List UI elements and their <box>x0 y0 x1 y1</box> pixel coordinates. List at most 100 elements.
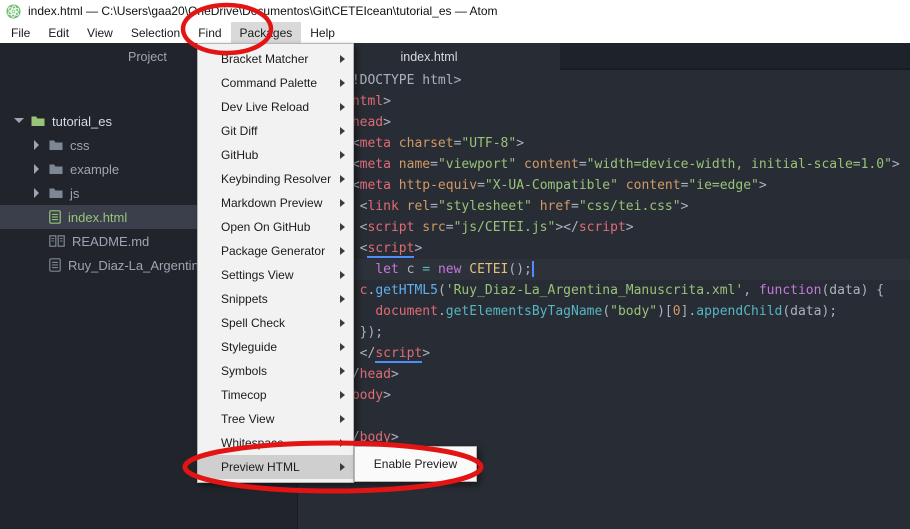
menu-item-symbols[interactable]: Symbols <box>198 359 353 383</box>
menubar-item-view[interactable]: View <box>78 22 122 43</box>
menubar-item-packages[interactable]: Packages <box>231 22 302 43</box>
code-line[interactable]: </head> <box>298 364 910 385</box>
menu-item-tree-view[interactable]: Tree View <box>198 407 353 431</box>
menubar-item-selection[interactable]: Selection <box>122 22 189 43</box>
menu-item-markdown-preview[interactable]: Markdown Preview <box>198 191 353 215</box>
menu-item-label: Dev Live Reload <box>221 100 309 114</box>
menu-item-label: Snippets <box>221 292 268 306</box>
code-line[interactable]: <meta http-equiv="X-UA-Compatible" conte… <box>298 175 910 196</box>
menu-item-label: Bracket Matcher <box>221 52 308 66</box>
chevron-down-icon[interactable] <box>14 116 24 126</box>
code-line[interactable]: }); <box>298 322 910 343</box>
code-line[interactable]: </script> <box>298 343 910 364</box>
submenu-arrow-icon <box>340 103 345 111</box>
submenu-arrow-icon <box>340 223 345 231</box>
tree-item-label: tutorial_es <box>52 114 112 129</box>
chevron-right-icon[interactable] <box>32 188 42 198</box>
menu-item-settings-view[interactable]: Settings View <box>198 263 353 287</box>
tree-item-label: index.html <box>68 210 127 225</box>
menu-item-package-generator[interactable]: Package Generator <box>198 239 353 263</box>
submenu-arrow-icon <box>340 79 345 87</box>
tree-item-label: README.md <box>72 234 149 249</box>
menu-item-label: Preview HTML <box>221 460 300 474</box>
submenu-arrow-icon <box>340 295 345 303</box>
menu-item-snippets[interactable]: Snippets <box>198 287 353 311</box>
menu-item-label: GitHub <box>221 148 258 162</box>
tree-item-label: css <box>70 138 90 153</box>
chevron-spacer <box>32 236 42 246</box>
submenu-arrow-icon <box>340 463 345 471</box>
menu-item-styleguide[interactable]: Styleguide <box>198 335 353 359</box>
tab-bar-filler <box>560 43 910 70</box>
menu-item-label: Package Generator <box>221 244 325 258</box>
code-line[interactable]: <!DOCTYPE html> <box>298 70 910 91</box>
menu-item-spell-check[interactable]: Spell Check <box>198 311 353 335</box>
enable-preview-label: Enable Preview <box>374 457 457 471</box>
menu-item-dev-live-reload[interactable]: Dev Live Reload <box>198 95 353 119</box>
submenu-arrow-icon <box>340 55 345 63</box>
chevron-spacer <box>32 212 42 222</box>
atom-logo-icon <box>6 4 21 19</box>
code-line[interactable]: </body> <box>298 427 910 448</box>
project-panel-title: Project <box>128 50 167 64</box>
chevron-spacer <box>32 260 42 270</box>
menu-item-label: Command Palette <box>221 76 317 90</box>
menu-item-label: Open On GitHub <box>221 220 310 234</box>
menu-item-label: Settings View <box>221 268 294 282</box>
code-line[interactable]: <script src="js/CETEI.js"></script> <box>298 217 910 238</box>
menu-item-timecop[interactable]: Timecop <box>198 383 353 407</box>
text-cursor <box>532 261 534 277</box>
code-line[interactable]: let c = new CETEI(); <box>298 259 910 280</box>
submenu-arrow-icon <box>340 271 345 279</box>
menu-item-command-palette[interactable]: Command Palette <box>198 71 353 95</box>
tree-item-label: js <box>70 186 79 201</box>
menubar-item-find[interactable]: Find <box>189 22 230 43</box>
code-line[interactable]: <script> <box>298 238 910 259</box>
submenu-arrow-icon <box>340 199 345 207</box>
title-bar: index.html — C:\Users\gaa20\OneDrive\Doc… <box>0 0 910 22</box>
menubar-item-file[interactable]: File <box>2 22 39 43</box>
menu-item-label: Markdown Preview <box>221 196 322 210</box>
menu-item-open-on-github[interactable]: Open On GitHub <box>198 215 353 239</box>
folder-icon <box>49 139 63 151</box>
menu-item-label: Timecop <box>221 388 267 402</box>
code-line[interactable]: <html> <box>298 91 910 112</box>
chevron-right-icon[interactable] <box>32 140 42 150</box>
window-title: index.html — C:\Users\gaa20\OneDrive\Doc… <box>28 4 498 18</box>
menubar-item-edit[interactable]: Edit <box>39 22 78 43</box>
submenu-arrow-icon <box>340 151 345 159</box>
menu-item-label: Keybinding Resolver <box>221 172 331 186</box>
menu-item-keybinding-resolver[interactable]: Keybinding Resolver <box>198 167 353 191</box>
submenu-arrow-icon <box>340 439 345 447</box>
tab-label: index.html <box>401 50 458 64</box>
menu-item-git-diff[interactable]: Git Diff <box>198 119 353 143</box>
code-line[interactable]: <meta name="viewport" content="width=dev… <box>298 154 910 175</box>
file-icon <box>49 258 61 272</box>
folder-icon <box>31 115 45 127</box>
tree-item-label: example <box>70 162 119 177</box>
menu-item-preview-html[interactable]: Preview HTML <box>198 455 353 479</box>
menu-item-label: Symbols <box>221 364 267 378</box>
code-line[interactable] <box>298 406 910 427</box>
menu-item-bracket-matcher[interactable]: Bracket Matcher <box>198 47 353 71</box>
menu-item-label: Styleguide <box>221 340 277 354</box>
code-line[interactable]: c.getHTML5('Ruy_Diaz-La_Argentina_Manusc… <box>298 280 910 301</box>
submenu-arrow-icon <box>340 391 345 399</box>
code-line[interactable]: <head> <box>298 112 910 133</box>
code-line[interactable]: document.getElementsByTagName("body")[0]… <box>298 301 910 322</box>
menubar-item-help[interactable]: Help <box>301 22 344 43</box>
submenu-arrow-icon <box>340 175 345 183</box>
chevron-right-icon[interactable] <box>32 164 42 174</box>
submenu-arrow-icon <box>340 127 345 135</box>
folder-icon <box>49 187 63 199</box>
folder-icon <box>49 163 63 175</box>
menu-item-github[interactable]: GitHub <box>198 143 353 167</box>
code-area[interactable]: <!DOCTYPE html><html><head> <meta charse… <box>298 70 910 448</box>
menu-item-whitespace[interactable]: Whitespace <box>198 431 353 455</box>
code-line[interactable]: <link rel="stylesheet" href="css/tei.css… <box>298 196 910 217</box>
enable-preview-menu-item[interactable]: Enable Preview <box>354 446 477 482</box>
code-line[interactable]: <body> <box>298 385 910 406</box>
code-line[interactable]: <meta charset="UTF-8"> <box>298 133 910 154</box>
book-icon <box>49 235 65 247</box>
menu-item-label: Git Diff <box>221 124 257 138</box>
